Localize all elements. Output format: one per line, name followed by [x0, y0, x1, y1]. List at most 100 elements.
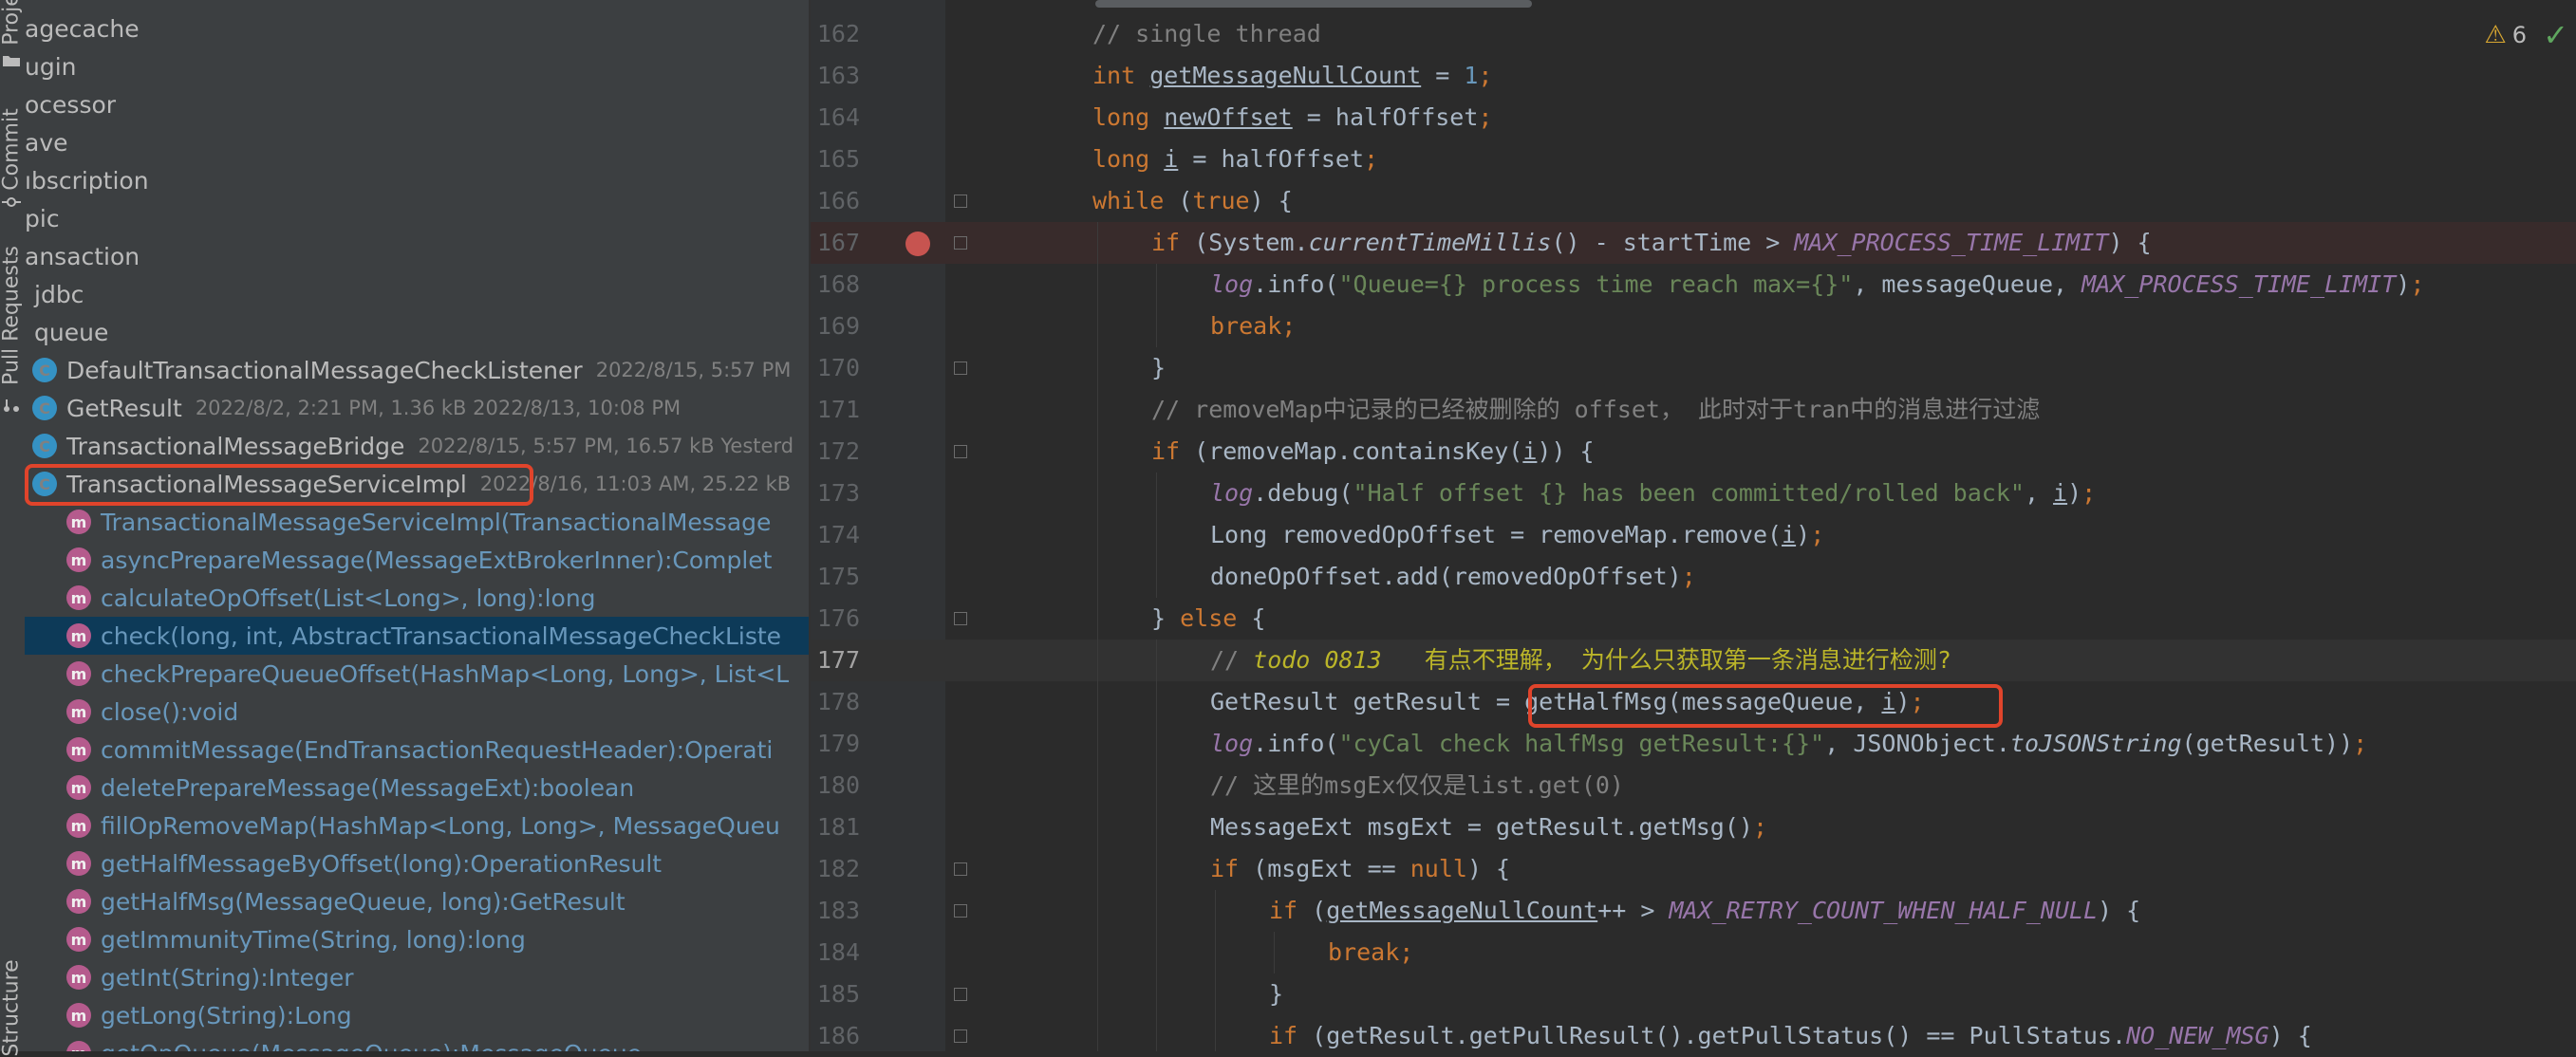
breakpoint-icon[interactable] [905, 232, 930, 256]
tree-item-11[interactable]: C TransactionalMessageBridge 2022/8/15, 5:… [25, 427, 809, 465]
tree-item-25[interactable]: m getInt(String):Integer [25, 958, 809, 996]
tree-item-5[interactable]: pic [25, 199, 809, 237]
code-text[interactable]: Long removedOpOffset = removeMap.remove(… [1210, 514, 1824, 556]
line-number[interactable]: 184 [811, 932, 860, 974]
code-text[interactable]: if (getResult.getPullResult().getPullSta… [1269, 1015, 2312, 1051]
tree-item-1[interactable]: ugin [25, 47, 809, 85]
fold-marker-icon[interactable] [954, 1029, 967, 1043]
fold-marker-icon[interactable] [954, 612, 967, 625]
tree-item-21[interactable]: m fillOpRemoveMap(HashMap<Long, Long>, Me… [25, 807, 809, 844]
tree-item-6[interactable]: ansaction [25, 237, 809, 275]
fold-marker-icon[interactable] [954, 195, 967, 208]
code-line-181[interactable]: 181 MessageExt msgExt = getResult.getMsg(… [811, 807, 2576, 848]
line-number[interactable]: 169 [811, 306, 860, 347]
code-line-162[interactable]: 162 // single thread [811, 13, 2576, 55]
tree-item-22[interactable]: m getHalfMessageByOffset(long):OperationR… [25, 844, 809, 882]
tree-item-18[interactable]: m close():void [25, 693, 809, 731]
line-number[interactable]: 175 [811, 556, 860, 598]
code-text[interactable]: } else { [1151, 598, 1265, 640]
line-number[interactable]: 171 [811, 389, 860, 431]
code-text[interactable]: MessageExt msgExt = getResult.getMsg(); [1210, 807, 1767, 848]
code-text[interactable]: doneOpOffset.add(removedOpOffset); [1210, 556, 1696, 598]
line-number[interactable]: 177 [811, 640, 860, 681]
line-number[interactable]: 166 [811, 180, 860, 222]
code-text[interactable]: log.info("cyCal check halfMsg getResult:… [1210, 723, 2367, 765]
code-text[interactable]: } [1269, 974, 1283, 1015]
tree-item-23[interactable]: m getHalfMsg(MessageQueue, long):GetResul… [25, 882, 809, 920]
line-number[interactable]: 173 [811, 473, 860, 514]
code-text[interactable]: } [1151, 347, 1166, 389]
code-line-172[interactable]: 172 if (removeMap.containsKey(i)) { [811, 431, 2576, 473]
line-number[interactable]: 181 [811, 807, 860, 848]
code-line-168[interactable]: 168 log.info("Queue={} process time reach… [811, 264, 2576, 306]
fold-marker-icon[interactable] [954, 236, 967, 250]
tree-item-15[interactable]: m calculateOpOffset(List<Long>, long):lon… [25, 579, 809, 617]
code-text[interactable]: // single thread [1092, 13, 1321, 55]
code-text[interactable]: if (msgExt == null) { [1210, 848, 1510, 890]
tree-item-9[interactable]: C DefaultTransactionalMessageCheckListene… [25, 351, 809, 389]
tree-item-17[interactable]: m checkPrepareQueueOffset(HashMap<Long, L… [25, 655, 809, 693]
tree-item-14[interactable]: m asyncPrepareMessage(MessageExtBrokerInn… [25, 541, 809, 579]
code-line-182[interactable]: 182 if (msgExt == null) { [811, 848, 2576, 890]
tree-item-24[interactable]: m getImmunityTime(String, long):long [25, 920, 809, 958]
line-number[interactable]: 163 [811, 55, 860, 97]
fold-marker-icon[interactable] [954, 862, 967, 876]
code-line-175[interactable]: 175 doneOpOffset.add(removedOpOffset); [811, 556, 2576, 598]
line-number[interactable]: 179 [811, 723, 860, 765]
code-editor[interactable]: 162 // single thread 163 int getMessageNull… [811, 0, 2576, 1051]
tree-item-19[interactable]: m commitMessage(EndTransactionRequestHead… [25, 731, 809, 769]
code-line-177[interactable]: 177 // todo 0813 有点不理解， 为什么只获取第一条消息进行检测? [811, 640, 2576, 681]
fold-marker-icon[interactable] [954, 904, 967, 918]
code-line-164[interactable]: 164 long newOffset = halfOffset; [811, 97, 2576, 139]
code-text[interactable]: break; [1210, 306, 1296, 347]
line-number[interactable]: 168 [811, 264, 860, 306]
pull-requests-tab[interactable]: Pull Requests [0, 246, 24, 385]
code-text[interactable]: // todo 0813 有点不理解， 为什么只获取第一条消息进行检测? [1210, 640, 1951, 681]
line-number[interactable]: 172 [811, 431, 860, 473]
code-line-173[interactable]: 173 log.debug("Half offset {} has been co… [811, 473, 2576, 514]
code-line-185[interactable]: 185} [811, 974, 2576, 1015]
tree-item-26[interactable]: m getLong(String):Long [25, 996, 809, 1034]
commit-tab[interactable]: Commit [0, 108, 24, 190]
code-line-171[interactable]: 171 // removeMap中记录的已经被删除的 offset， 此时对于tr… [811, 389, 2576, 431]
fold-marker-icon[interactable] [954, 988, 967, 1001]
line-number[interactable]: 167 [811, 222, 860, 264]
code-line-169[interactable]: 169 break; [811, 306, 2576, 347]
code-text[interactable]: log.info("Queue={} process time reach ma… [1210, 264, 2424, 306]
line-number[interactable]: 186 [811, 1015, 860, 1051]
tree-item-4[interactable]: ıbscription [25, 161, 809, 199]
code-text[interactable]: if (getMessageNullCount++ > MAX_RETRY_CO… [1269, 890, 2140, 932]
structure-tab[interactable]: Structure [0, 959, 24, 1056]
project-tab[interactable]: Proje [0, 0, 24, 46]
code-line-176[interactable]: 176 } else { [811, 598, 2576, 640]
code-line-170[interactable]: 170} [811, 347, 2576, 389]
code-text[interactable]: break; [1328, 932, 1413, 974]
code-line-180[interactable]: 180 // 这里的msgEx仅仅是list.get(0) [811, 765, 2576, 807]
tree-item-20[interactable]: m deletePrepareMessage(MessageExt):boolea… [25, 769, 809, 807]
code-line-166[interactable]: 166 while (true) { [811, 180, 2576, 222]
line-number[interactable]: 183 [811, 890, 860, 932]
inspection-widget[interactable]: ⚠ 6 [2484, 21, 2527, 49]
tree-item-27[interactable]: m getOpQueue(MessageQueue):MessageQueue [25, 1034, 809, 1051]
code-text[interactable]: if (removeMap.containsKey(i)) { [1151, 431, 1595, 473]
line-number[interactable]: 170 [811, 347, 860, 389]
tree-item-0[interactable]: agecache [25, 9, 809, 47]
tree-item-2[interactable]: ocessor [25, 85, 809, 123]
tree-item-7[interactable]: jdbc [25, 275, 809, 313]
line-number[interactable]: 176 [811, 598, 860, 640]
tree-item-13[interactable]: m TransactionalMessageServiceImpl(Transac… [25, 503, 809, 541]
code-line-174[interactable]: 174 Long removedOpOffset = removeMap.remo… [811, 514, 2576, 556]
tree-item-16[interactable]: m check(long, int, AbstractTransactionalM… [25, 617, 809, 655]
line-number[interactable]: 185 [811, 974, 860, 1015]
line-number[interactable]: 162 [811, 13, 860, 55]
tree-item-8[interactable]: queue [25, 313, 809, 351]
line-number[interactable]: 174 [811, 514, 860, 556]
line-number[interactable]: 178 [811, 681, 860, 723]
code-text[interactable]: int getMessageNullCount = 1; [1092, 55, 1492, 97]
line-number[interactable]: 180 [811, 765, 860, 807]
code-text[interactable]: while (true) { [1092, 180, 1293, 222]
line-number[interactable]: 165 [811, 139, 860, 180]
code-text[interactable]: // 这里的msgEx仅仅是list.get(0) [1210, 765, 1624, 807]
editor-horizontal-scrollbar[interactable] [1095, 0, 1532, 8]
code-line-163[interactable]: 163 int getMessageNullCount = 1; [811, 55, 2576, 97]
